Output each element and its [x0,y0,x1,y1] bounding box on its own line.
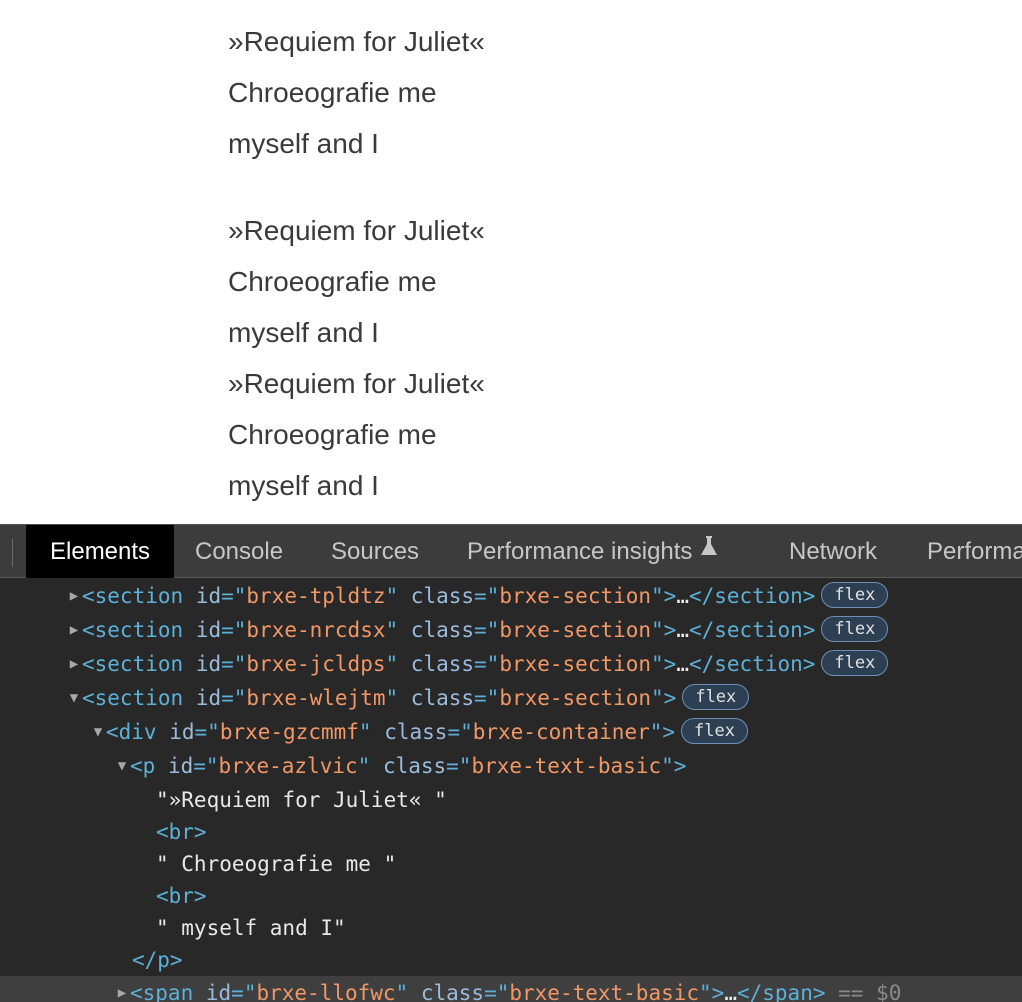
flex-badge[interactable]: flex [821,582,889,608]
expand-triangle-icon[interactable]: ▶ [114,976,130,1002]
dom-node-section[interactable]: ▼ <section id="brxe-wlejtm" class="brxe-s… [0,681,1022,715]
text-block-3: »Requiem for Juliet« Chroeografie me mys… [228,358,485,511]
page-viewport: »Requiem for Juliet« Chroeografie me mys… [0,0,1022,524]
flex-badge[interactable]: flex [821,650,889,676]
text-line: »Requiem for Juliet« [228,26,485,57]
dom-node-span-selected[interactable]: ▶ <span id="brxe-llofwc" class="brxe-text… [0,976,1022,1002]
text-line: »Requiem for Juliet« [228,215,485,246]
dom-text-node[interactable]: " myself and I" [0,911,1022,945]
text-line: Chroeografie me [228,266,437,297]
devtools-panel: Elements Console Sources Performance ins… [0,524,1022,1002]
tab-label: Performance insights [467,538,693,565]
text-line: myself and I [228,128,379,159]
collapse-triangle-icon[interactable]: ▼ [90,715,106,749]
flex-badge[interactable]: flex [681,718,748,744]
collapse-triangle-icon[interactable]: ▼ [114,749,130,783]
dom-node-br[interactable]: <br> [0,879,1022,913]
tab-sources[interactable]: Sources [331,525,419,578]
text-block-1: »Requiem for Juliet« Chroeografie me mys… [228,16,485,169]
text-block-2: »Requiem for Juliet« Chroeografie me mys… [228,205,485,358]
expand-triangle-icon[interactable]: ▶ [66,613,82,647]
devtools-tab-bar: Elements Console Sources Performance ins… [0,524,1022,578]
dom-node-br[interactable]: <br> [0,815,1022,849]
text-line: Chroeografie me [228,419,437,450]
flex-badge[interactable]: flex [821,616,889,642]
text-line: myself and I [228,470,379,501]
dom-node-div[interactable]: ▼ <div id="brxe-gzcmmf" class="brxe-conta… [0,715,1022,749]
tab-performance-insights[interactable]: Performance insights [467,525,718,578]
elements-dom-tree: ▶ <section id="brxe-tpldtz" class="brxe-s… [0,578,1022,1002]
dom-text-node[interactable]: " Chroeografie me " [0,847,1022,881]
collapse-triangle-icon[interactable]: ▼ [66,681,82,715]
expand-triangle-icon[interactable]: ▶ [66,579,82,613]
tab-elements[interactable]: Elements [26,525,175,578]
tab-network[interactable]: Network [789,525,877,578]
dom-text-node[interactable]: "»Requiem for Juliet« " [0,783,1022,817]
dom-node-section[interactable]: ▶ <section id="brxe-tpldtz" class="brxe-s… [0,579,1022,613]
text-line: »Requiem for Juliet« [228,368,485,399]
dom-node-section[interactable]: ▶ <section id="brxe-nrcdsx" class="brxe-s… [0,613,1022,647]
text-line: myself and I [228,317,379,348]
tab-console[interactable]: Console [195,525,283,578]
text-line: Chroeografie me [228,77,437,108]
dom-node-p[interactable]: ▼ <p id="brxe-azlvic" class="brxe-text-ba… [0,749,1022,783]
dom-node-p-close[interactable]: </p> [0,943,1022,977]
tab-performance[interactable]: Performa [927,525,1022,578]
expand-triangle-icon[interactable]: ▶ [66,647,82,681]
flex-badge[interactable]: flex [682,684,750,710]
dom-node-section[interactable]: ▶ <section id="brxe-jcldps" class="brxe-s… [0,647,1022,681]
tab-divider [12,539,13,567]
flask-icon [700,524,718,576]
